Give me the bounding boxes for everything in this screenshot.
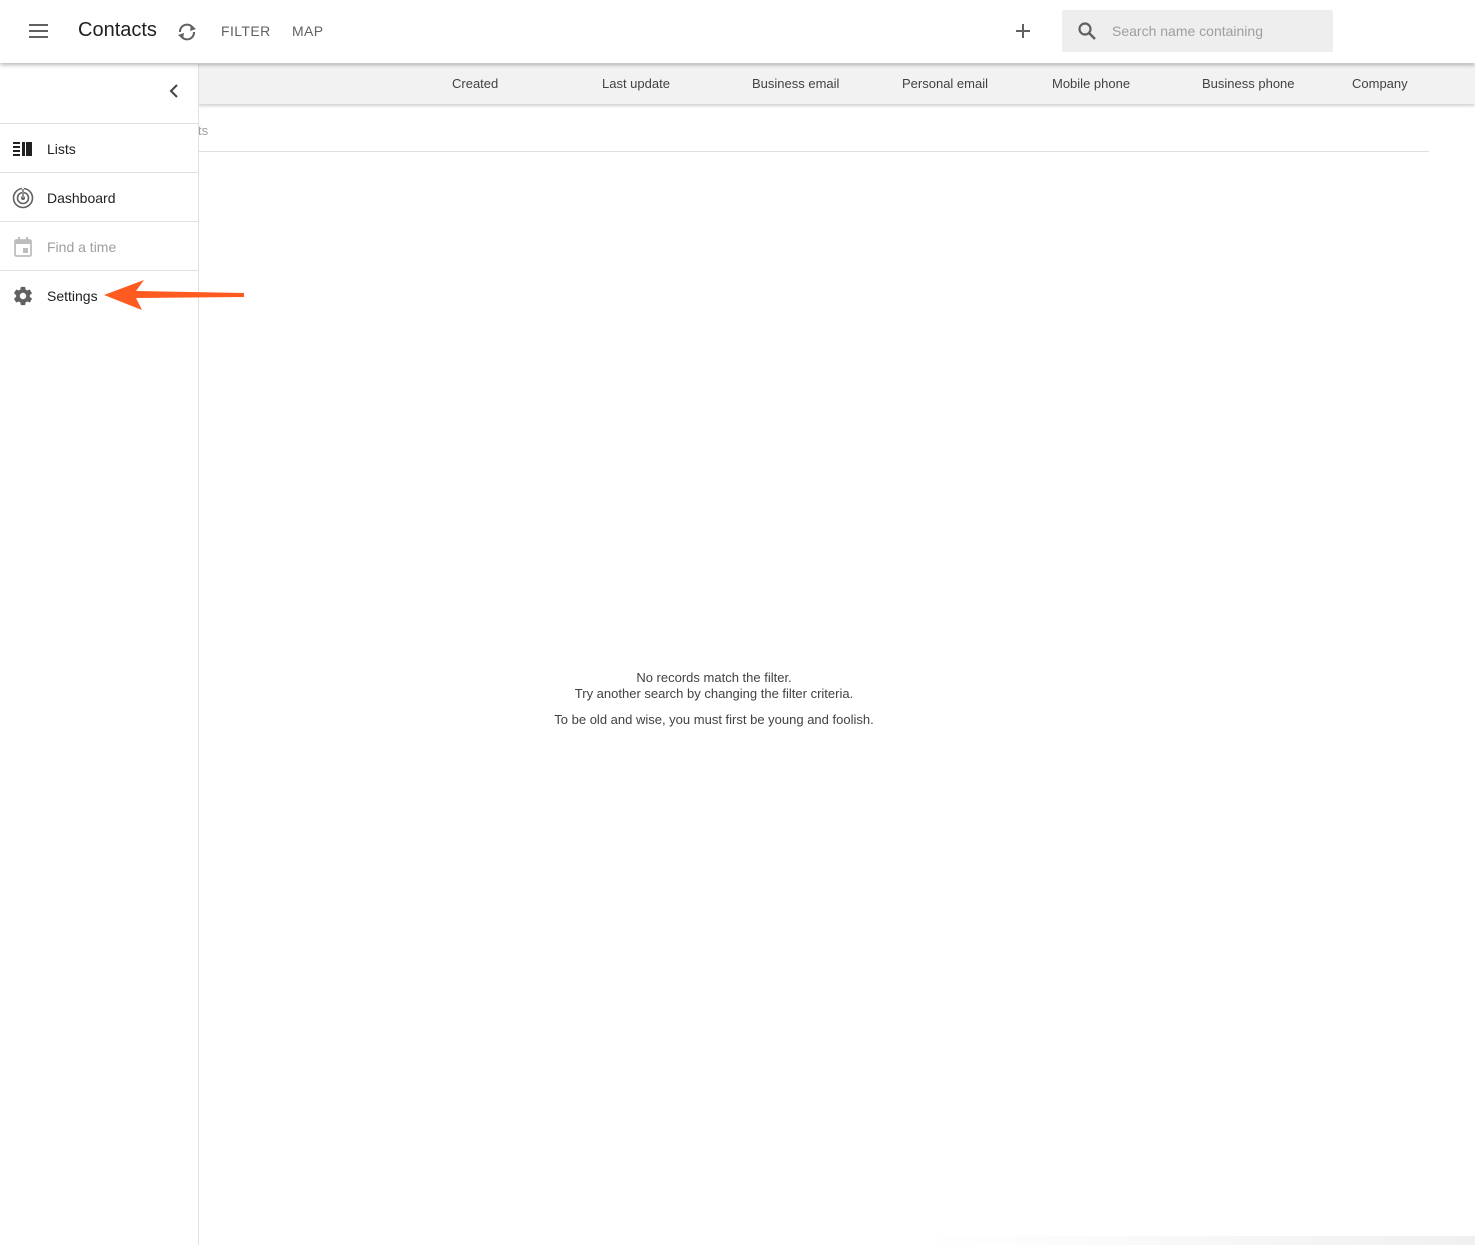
- plus-icon: [1016, 24, 1030, 38]
- column-header-last-update[interactable]: Last update: [602, 76, 670, 91]
- sidebar-item-label: Dashboard: [47, 190, 116, 206]
- column-header-business-phone[interactable]: Business phone: [1202, 76, 1295, 91]
- empty-state-quote: To be old and wise, you must first be yo…: [554, 712, 874, 727]
- column-header-personal-email[interactable]: Personal email: [902, 76, 988, 91]
- add-contact-button[interactable]: [1008, 16, 1038, 46]
- lists-icon: [11, 137, 35, 161]
- sidebar-item-label: Find a time: [47, 239, 117, 255]
- app-bar: Contacts FILTER MAP: [0, 0, 1475, 63]
- gear-icon: [11, 284, 35, 308]
- empty-state-message: No records match the filter.: [636, 670, 792, 685]
- sidebar-item-find-a-time[interactable]: Find a time: [0, 221, 198, 270]
- list-count-row: ts: [198, 104, 1429, 152]
- sidebar-item-label: Settings: [47, 288, 98, 304]
- map-button[interactable]: MAP: [292, 23, 324, 39]
- search-icon: [1076, 20, 1098, 42]
- column-header-created[interactable]: Created: [452, 76, 498, 91]
- collapse-sidebar-button[interactable]: [162, 79, 186, 103]
- filter-button[interactable]: FILTER: [221, 23, 271, 39]
- sidebar-item-lists[interactable]: Lists: [0, 123, 198, 172]
- annotation-arrow: [104, 280, 244, 310]
- column-header-mobile-phone[interactable]: Mobile phone: [1052, 76, 1130, 91]
- record-count-text: ts: [198, 123, 209, 138]
- dashboard-icon: [11, 186, 35, 210]
- sidebar-item-dashboard[interactable]: Dashboard: [0, 172, 198, 221]
- empty-state-hint: Try another search by changing the filte…: [574, 686, 854, 701]
- page-title: Contacts: [78, 19, 157, 41]
- hamburger-icon: [29, 24, 48, 38]
- search-input[interactable]: [1112, 23, 1312, 39]
- menu-button[interactable]: [24, 16, 54, 46]
- calendar-icon: [11, 235, 35, 259]
- sidebar: Lists Dashboard Find a time Settings: [0, 64, 199, 1245]
- refresh-icon: [178, 23, 196, 41]
- column-header-company[interactable]: Company: [1352, 76, 1408, 91]
- refresh-button[interactable]: [173, 18, 201, 46]
- bottom-shadow: [920, 1236, 1475, 1245]
- empty-state: No records match the filter. Try another…: [500, 670, 928, 728]
- column-header-business-email[interactable]: Business email: [752, 76, 839, 91]
- sidebar-item-label: Lists: [47, 141, 76, 157]
- search-box: [1062, 10, 1333, 52]
- table-header: Created Last update Business email Perso…: [198, 64, 1475, 104]
- chevron-left-icon: [169, 84, 178, 98]
